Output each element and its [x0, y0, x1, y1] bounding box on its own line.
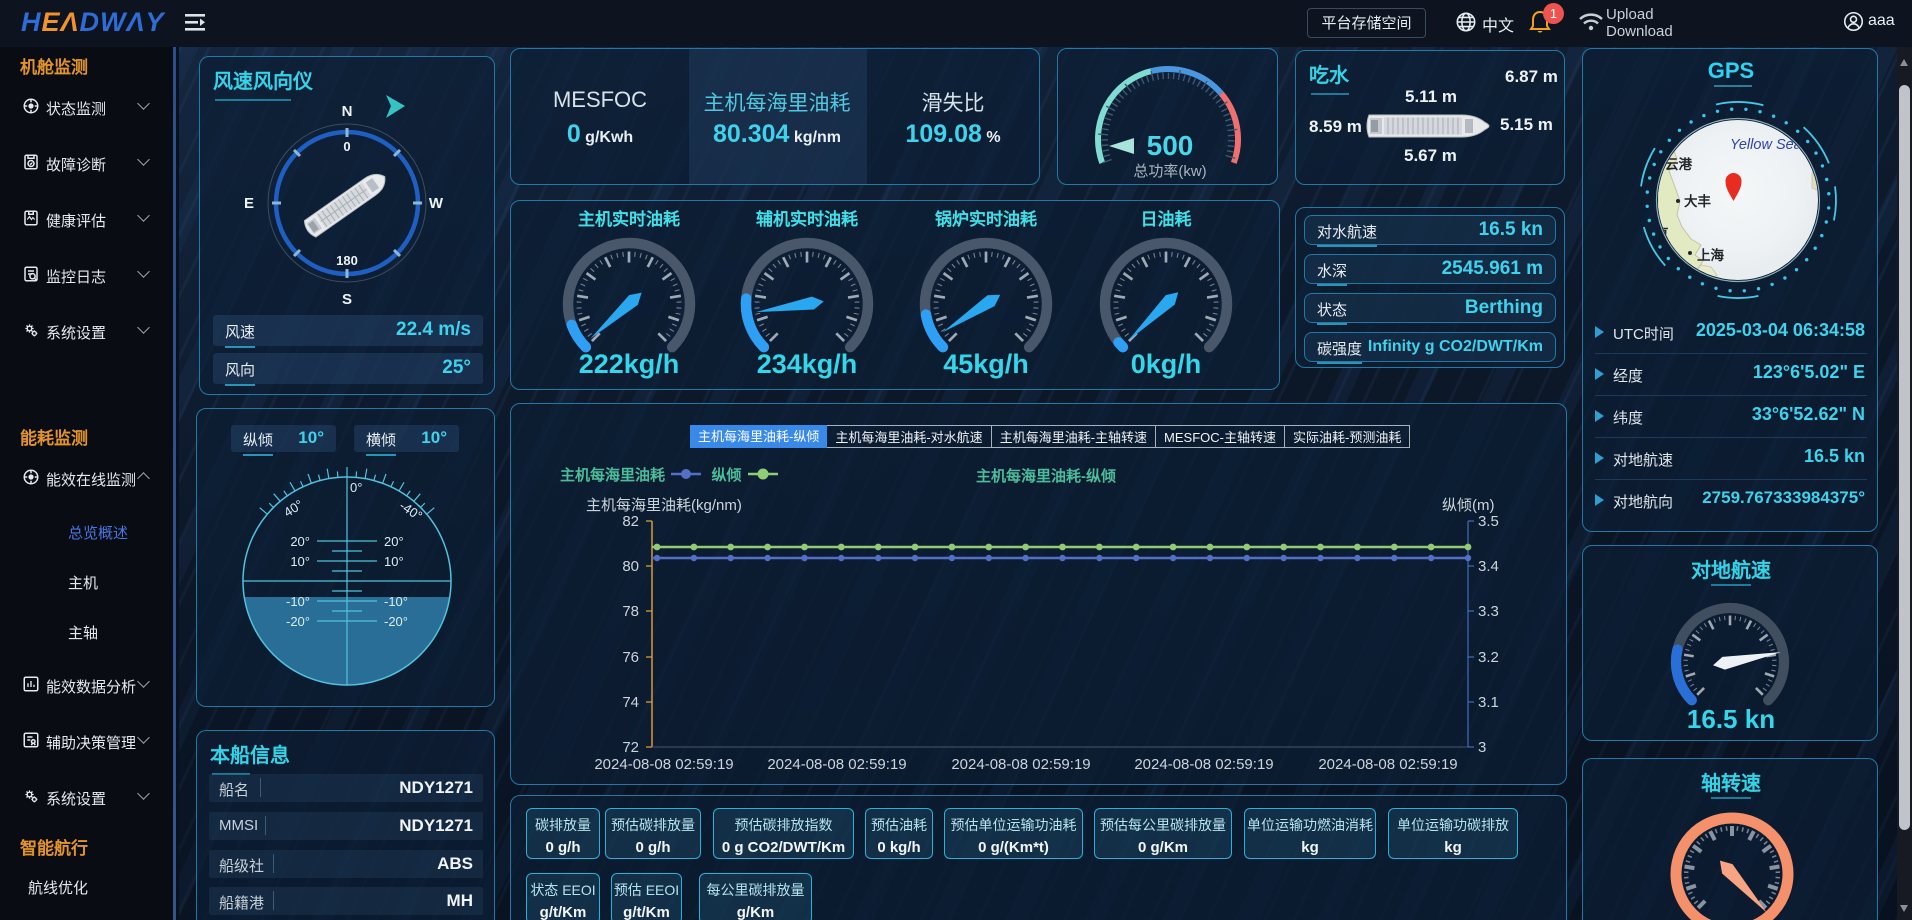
svg-text:3.2: 3.2: [1478, 649, 1499, 666]
svg-text:76: 76: [622, 649, 639, 666]
svg-text:N: N: [342, 103, 353, 120]
svg-text:80: 80: [622, 558, 639, 575]
svg-text:2024-08-08 02:59:19: 2024-08-08 02:59:19: [951, 756, 1090, 773]
svg-text:Yellow Sea: Yellow Sea: [1730, 137, 1802, 153]
svg-text:74: 74: [622, 694, 639, 711]
svg-text:20°: 20°: [384, 534, 404, 549]
svg-text:-10°: -10°: [384, 594, 408, 609]
svg-text:72: 72: [622, 739, 639, 756]
svg-text:锅炉实时油耗: 锅炉实时油耗: [935, 209, 1037, 229]
svg-text:10°: 10°: [384, 554, 404, 569]
svg-text:2024-08-08 02:59:19: 2024-08-08 02:59:19: [1134, 756, 1273, 773]
svg-text:16.5 kn: 16.5 kn: [1687, 704, 1775, 734]
svg-text:总功率(kw): 总功率(kw): [1133, 163, 1206, 180]
svg-text:2024-08-08 02:59:19: 2024-08-08 02:59:19: [1318, 756, 1457, 773]
svg-text:云港: 云港: [1665, 156, 1693, 172]
svg-text:78: 78: [622, 603, 639, 620]
svg-text:2024-08-08 02:59:19: 2024-08-08 02:59:19: [594, 756, 733, 773]
svg-text:S: S: [342, 291, 352, 308]
svg-text:E: E: [244, 195, 254, 212]
svg-text:222kg/h: 222kg/h: [579, 349, 680, 379]
svg-text:3: 3: [1478, 739, 1486, 756]
svg-text:-20°: -20°: [384, 614, 408, 629]
svg-text:180: 180: [336, 253, 358, 268]
svg-text:辅机实时油耗: 辅机实时油耗: [756, 209, 858, 229]
svg-text:大丰: 大丰: [1684, 193, 1712, 209]
svg-text:日油耗: 日油耗: [1141, 209, 1192, 229]
svg-text:82: 82: [622, 513, 639, 530]
svg-text:10°: 10°: [290, 554, 310, 569]
svg-text:40°: 40°: [281, 497, 306, 520]
svg-text:3.1: 3.1: [1478, 694, 1499, 711]
svg-text:W: W: [429, 195, 444, 212]
svg-text:500: 500: [1147, 130, 1194, 161]
svg-text:0: 0: [343, 139, 350, 154]
svg-text:-40°: -40°: [397, 498, 425, 524]
svg-text:0kg/h: 0kg/h: [1131, 349, 1202, 379]
svg-text:3.5: 3.5: [1478, 513, 1499, 530]
svg-text:上海: 上海: [1697, 247, 1725, 263]
svg-text:234kg/h: 234kg/h: [757, 349, 858, 379]
svg-text:2024-08-08 02:59:19: 2024-08-08 02:59:19: [767, 756, 906, 773]
svg-text:45kg/h: 45kg/h: [943, 349, 1029, 379]
svg-text:-20°: -20°: [286, 614, 310, 629]
svg-text:0°: 0°: [350, 480, 362, 495]
svg-text:主机实时油耗: 主机实时油耗: [578, 209, 680, 229]
svg-text:3.4: 3.4: [1478, 558, 1499, 575]
svg-text:20°: 20°: [290, 534, 310, 549]
svg-text:-10°: -10°: [286, 594, 310, 609]
svg-text:3.3: 3.3: [1478, 603, 1499, 620]
